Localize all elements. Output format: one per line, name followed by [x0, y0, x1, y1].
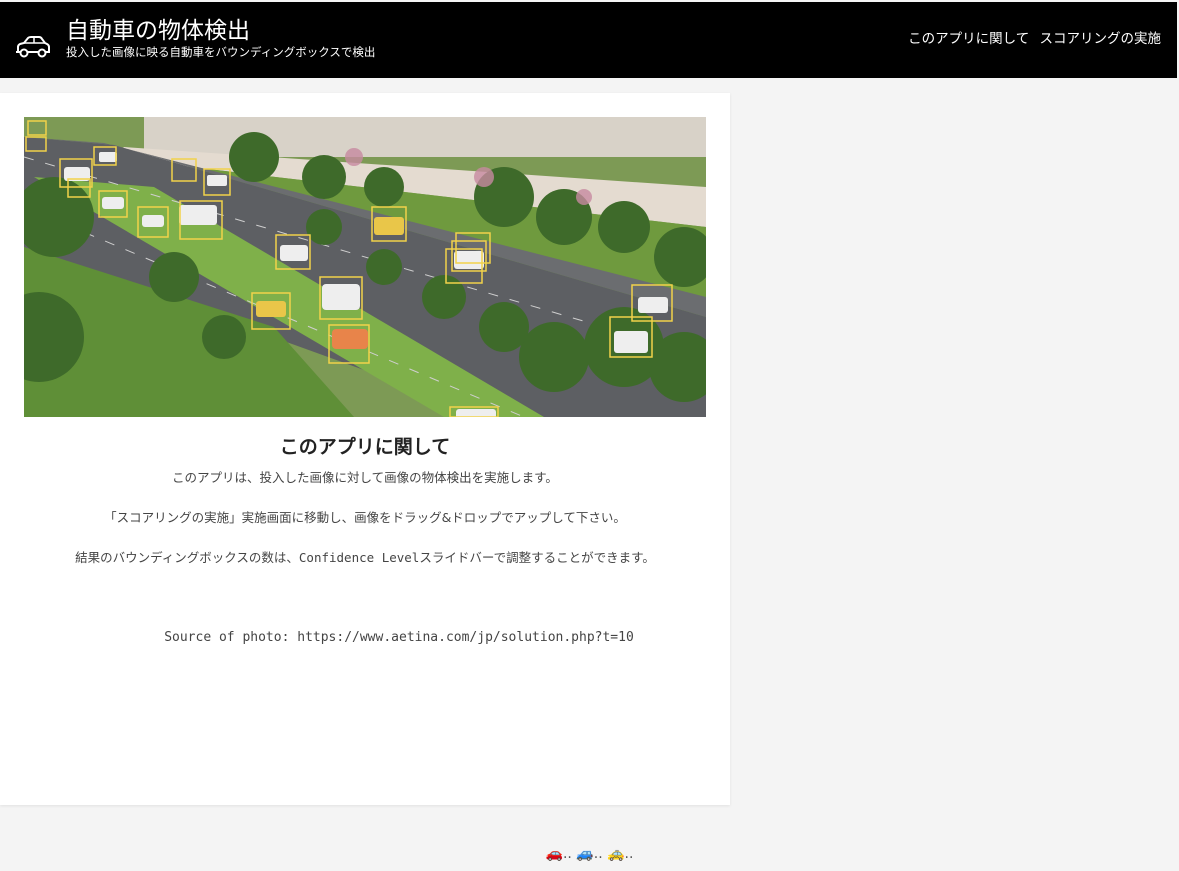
footer-car-emojis: 🚗.. 🚙.. 🚕..: [545, 846, 634, 862]
nav-scoring-link[interactable]: スコアリングの実施: [1040, 31, 1162, 47]
about-card: このアプリに関して このアプリは、投入した画像に対して画像の物体検出を実施します…: [0, 93, 730, 805]
app-subtitle: 投入した画像に映る自動車をバウンディングボックスで検出: [66, 45, 376, 59]
about-paragraph-2: 「スコアリングの実施」実施画面に移動し、画像をドラッグ&ドロップでアップして下さ…: [104, 510, 626, 525]
confidence-level-code: Confidence Level: [298, 550, 420, 565]
app-header: 自動車の物体検出 投入した画像に映る自動車をバウンディングボックスで検出 このア…: [0, 2, 1177, 78]
nav-menu: このアプリに関して スコアリングの実施: [902, 30, 1161, 48]
about-paragraph-3-text: 結果のバウンディングボックスの数は、: [75, 550, 299, 565]
app-title: 自動車の物体検出: [66, 18, 250, 44]
car-icon: [16, 36, 50, 58]
about-paragraph-3: 結果のバウンディングボックスの数は、Confidence Levelスライドバー…: [0, 549, 730, 567]
nav-about-link[interactable]: このアプリに関して: [908, 31, 1029, 47]
detection-photo: [24, 117, 706, 417]
highway-photo-illustration: [24, 117, 706, 417]
about-paragraph-3-text-end: スライドバーで調整することができます。: [419, 550, 655, 565]
about-paragraph-1: このアプリは、投入した画像に対して画像の物体検出を実施します。: [172, 470, 558, 485]
about-heading: このアプリに関して: [279, 436, 451, 458]
photo-source: Source of photo: https://www.aetina.com/…: [164, 630, 634, 645]
